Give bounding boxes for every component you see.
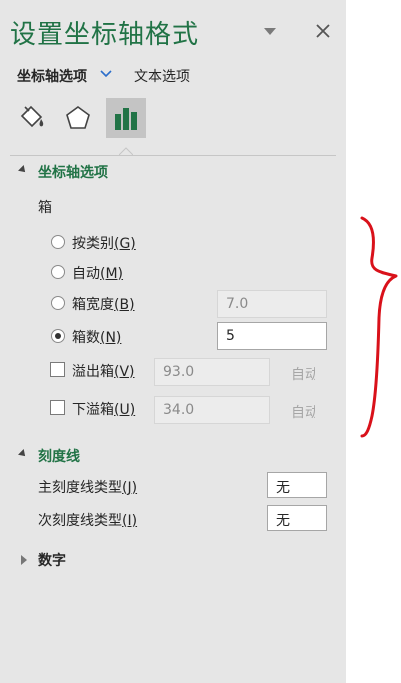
radio-selected-dot: [55, 333, 61, 339]
collapse-triangle-icon[interactable]: [18, 449, 28, 459]
underflow-bin-label[interactable]: 下溢箱(U): [72, 399, 135, 419]
fill-line-tab[interactable]: [12, 98, 52, 138]
minor-tick-type-label: 次刻度线类型(I): [38, 513, 138, 529]
red-brace-annotation: [360, 216, 398, 438]
axis-options-tab[interactable]: [106, 98, 146, 138]
bar-chart-icon: [115, 108, 137, 130]
effects-tab[interactable]: [58, 98, 98, 138]
underflow-auto-button[interactable]: 自动: [291, 402, 315, 422]
expand-triangle-icon[interactable]: [21, 555, 27, 565]
overflow-auto-button[interactable]: 自动: [291, 364, 315, 384]
overflow-bin-checkbox[interactable]: [50, 362, 65, 377]
active-tab-caret-icon: [119, 147, 133, 155]
underflow-bin-field: 34.0: [154, 396, 270, 424]
paint-bucket-icon: [20, 105, 44, 128]
bin-count-label[interactable]: 箱数(N): [72, 327, 121, 347]
radio-bin-count[interactable]: [51, 329, 65, 343]
overflow-bin-field: 93.0: [154, 358, 270, 386]
underflow-bin-checkbox[interactable]: [50, 400, 65, 415]
format-axis-pane: 设置坐标轴格式 坐标轴选项 文本选项 坐标轴选项 箱 按类别(G) 自动(M) …: [0, 0, 346, 683]
major-tick-type-select[interactable]: 无: [267, 472, 327, 498]
bin-width-label[interactable]: 箱宽度(B): [72, 294, 135, 314]
bin-count-input[interactable]: 5: [217, 322, 327, 350]
overflow-bin-label[interactable]: 溢出箱(V): [72, 361, 135, 381]
by-category-label[interactable]: 按类别(G): [72, 233, 136, 253]
section-number-header[interactable]: 数字: [38, 550, 66, 570]
pane-options-chevron-down-icon[interactable]: [264, 28, 276, 35]
collapse-triangle-icon[interactable]: [18, 165, 28, 175]
bins-label: 箱: [38, 200, 52, 216]
pane-title: 设置坐标轴格式: [10, 20, 200, 50]
section-axis-options-header[interactable]: 坐标轴选项: [38, 162, 108, 182]
chevron-down-icon[interactable]: [100, 70, 112, 78]
bin-width-field: 7.0: [217, 290, 327, 318]
pentagon-icon: [66, 106, 90, 129]
tab-axis-options[interactable]: 坐标轴选项: [17, 66, 87, 86]
radio-automatic[interactable]: [51, 265, 65, 279]
tab-text-options[interactable]: 文本选项: [134, 66, 190, 86]
automatic-label[interactable]: 自动(M): [72, 263, 123, 283]
major-tick-type-label: 主刻度线类型(J): [38, 480, 138, 496]
divider: [10, 155, 336, 156]
radio-by-category[interactable]: [51, 235, 65, 249]
minor-tick-type-select[interactable]: 无: [267, 505, 327, 531]
radio-bin-width[interactable]: [51, 296, 65, 310]
close-icon[interactable]: [314, 22, 332, 40]
section-tick-marks-header[interactable]: 刻度线: [38, 446, 80, 466]
